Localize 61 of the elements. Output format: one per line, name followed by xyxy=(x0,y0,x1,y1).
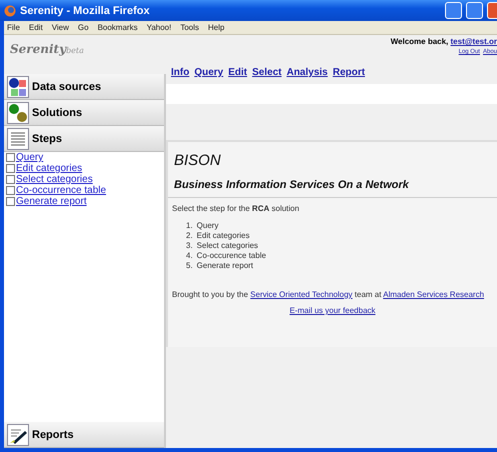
menu-item[interactable]: Help xyxy=(208,23,224,32)
panel-header[interactable]: Data sources xyxy=(4,74,164,100)
checkbox[interactable] xyxy=(6,175,15,184)
minimize-button[interactable] xyxy=(445,2,462,19)
panel-title: Steps xyxy=(32,132,62,144)
nav-link[interactable]: Edit xyxy=(228,67,248,81)
menu-item[interactable]: Edit xyxy=(28,23,43,32)
menu-item[interactable]: File xyxy=(7,23,20,32)
menu-item[interactable]: Bookmarks xyxy=(98,23,138,32)
team-link[interactable]: Service Oriented Technology xyxy=(250,290,352,299)
panel-header[interactable]: Reports xyxy=(4,422,164,448)
lab-link[interactable]: Almaden Services Research xyxy=(383,290,484,299)
step-link[interactable]: Generate report xyxy=(16,196,87,207)
list-number: 1. xyxy=(186,221,193,230)
intro-text: Select the step for the RCA solution xyxy=(172,204,300,213)
panel-header[interactable]: Solutions xyxy=(4,100,164,126)
nav-link[interactable]: Report xyxy=(332,67,365,81)
welcome-text: Welcome back, xyxy=(390,37,450,46)
database-blocks-icon xyxy=(7,76,29,98)
checkbox[interactable] xyxy=(6,164,15,173)
app-logo: Serenitybeta xyxy=(10,42,84,58)
panel-title: Reports xyxy=(32,428,74,440)
nav-link[interactable]: Select xyxy=(252,67,282,81)
checkbox[interactable] xyxy=(6,197,15,206)
browser-icon xyxy=(4,4,16,16)
list-number: 3. xyxy=(186,241,193,250)
list-item: Edit categories xyxy=(196,231,250,240)
list-item: Query xyxy=(196,221,218,230)
menu-item[interactable]: Yahoo! xyxy=(146,23,172,32)
window-title: Serenity - Mozilla Firefox xyxy=(20,4,150,16)
checkbox[interactable] xyxy=(6,153,15,162)
panel-title: Solutions xyxy=(32,106,82,118)
menu-item[interactable]: Go xyxy=(78,23,89,32)
panel-header[interactable]: Steps xyxy=(4,126,164,152)
feedback-link[interactable]: E-mail us your feedback xyxy=(290,306,376,315)
list-number: 5. xyxy=(186,261,193,270)
step-link[interactable]: Query xyxy=(16,152,44,163)
menu-item[interactable]: Tools xyxy=(180,23,200,32)
page-title: BISON xyxy=(174,152,222,169)
list-item: Co-occurence table xyxy=(196,251,266,260)
list-icon xyxy=(7,128,29,150)
maximize-button[interactable] xyxy=(466,2,483,19)
document-pen-icon xyxy=(7,424,29,446)
credit-text: Brought to you by the Service Oriented Technology team at Almaden Services Research xyxy=(172,290,486,299)
step-link[interactable]: Edit categories xyxy=(16,163,82,174)
nav-link[interactable]: Info xyxy=(171,67,190,81)
page-subtitle: Business Information Services On a Network xyxy=(168,179,497,198)
step-link[interactable]: Select categories xyxy=(16,174,93,185)
step-link[interactable]: Co-occurrence table xyxy=(16,185,106,196)
checkbox[interactable] xyxy=(6,186,15,195)
gears-icon xyxy=(7,102,29,124)
nav-link[interactable]: Query xyxy=(194,67,224,81)
panel-title: Data sources xyxy=(32,80,102,92)
list-item: Generate report xyxy=(196,261,254,270)
list-number: 2. xyxy=(186,231,193,240)
nav-link[interactable]: Analysis xyxy=(286,67,328,81)
list-number: 4. xyxy=(186,251,193,260)
user-link[interactable]: test@test.or xyxy=(450,37,497,46)
list-item: Select categories xyxy=(196,241,258,250)
close-button[interactable] xyxy=(487,2,497,19)
menu-item[interactable]: View xyxy=(52,23,69,32)
